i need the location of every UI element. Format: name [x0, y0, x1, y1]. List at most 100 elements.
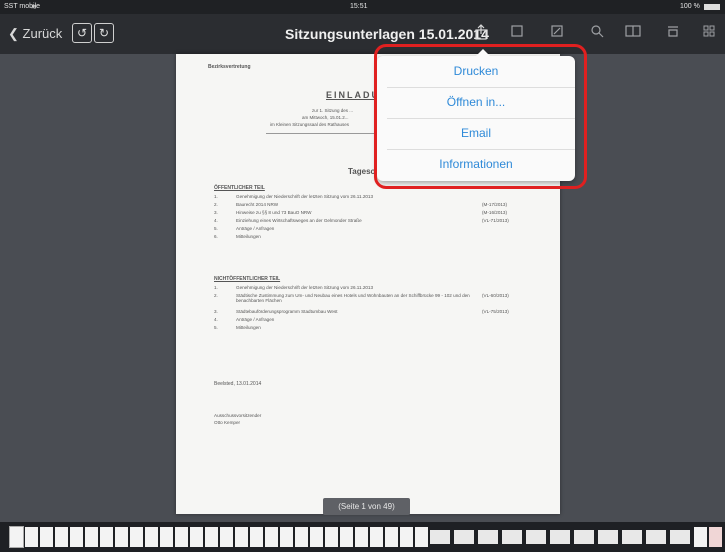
page-thumbnail[interactable]	[25, 527, 38, 547]
page-thumbnail[interactable]	[385, 527, 398, 547]
clock: 15:51	[350, 3, 368, 10]
back-button[interactable]: ❮ Zurück	[8, 26, 62, 42]
divider	[266, 133, 386, 134]
agenda-number: 4.	[214, 317, 218, 322]
agenda-number: 4.	[214, 218, 218, 223]
section-public: ÖFFENTLICHER TEIL	[214, 185, 265, 191]
page-thumbnail[interactable]	[280, 527, 293, 547]
agenda-text: Anträge / Anfragen	[236, 317, 275, 322]
page-thumbnail[interactable]	[325, 527, 338, 547]
page-thumbnail[interactable]	[190, 527, 203, 547]
document-sender: Bezirksvertretung	[208, 64, 251, 70]
document-subline: am Mittwoch, 15.01.2...	[302, 115, 349, 120]
page-thumbnail[interactable]	[415, 527, 428, 547]
page-title: Sitzungsunterlagen 15.01.2014	[285, 26, 489, 42]
page-thumbnail[interactable]	[130, 527, 143, 547]
toolbox-icon[interactable]	[664, 24, 682, 42]
page-thumbnail[interactable]	[115, 527, 128, 547]
agenda-text: Städtische Zustimmung zum Um- und Neubau…	[236, 293, 470, 303]
agenda-number: 1.	[214, 285, 218, 290]
page-thumbnail[interactable]	[70, 527, 83, 547]
agenda-ref: (VL-71/2013)	[482, 218, 509, 223]
signature-name: Otto Kemper	[214, 420, 241, 425]
signature-role: Ausschussvorsitzender	[214, 413, 262, 418]
undo-button[interactable]: ↺	[72, 23, 92, 43]
agenda-ref: (M-17/2013)	[482, 202, 508, 207]
page-thumbnail[interactable]	[550, 530, 570, 544]
agenda-text: Genehmigung der Niederschrift der letzte…	[236, 285, 374, 290]
agenda-number: 2.	[214, 293, 218, 298]
nav-bar: ❮ Zurück ↺ ↻ Sitzungsunterlagen 15.01.20…	[0, 14, 725, 54]
page-thumbnail[interactable]	[709, 527, 722, 547]
book-icon[interactable]	[624, 24, 642, 42]
redo-button[interactable]: ↻	[94, 23, 114, 43]
page-thumbnail[interactable]	[526, 530, 546, 544]
page-thumbnail[interactable]	[340, 527, 353, 547]
page-thumbnail[interactable]	[220, 527, 233, 547]
page-thumbnail[interactable]	[670, 530, 690, 544]
search-icon[interactable]	[588, 24, 606, 42]
agenda-text: Mitteilungen	[236, 325, 261, 330]
page-thumbnail[interactable]	[9, 526, 24, 548]
page-thumbnail[interactable]	[175, 527, 188, 547]
document-subline: im Kleinen Sitzungssaal des Rathauses	[270, 122, 350, 127]
agenda-number: 1.	[214, 194, 218, 199]
bookmark-icon[interactable]	[508, 24, 526, 42]
page-thumbnail[interactable]	[310, 527, 323, 547]
back-label: Zurück	[22, 26, 63, 41]
annotate-icon[interactable]	[548, 24, 566, 42]
page-thumbnail[interactable]	[55, 527, 68, 547]
agenda-number: 5.	[214, 325, 218, 330]
section-nonpublic: NICHTÖFFENTLICHER TEIL	[214, 276, 281, 282]
agenda-text: Städtebauförderungsprogramm Stadtumbau W…	[236, 309, 338, 314]
place-date: Beelsted, 13.01.2014	[214, 381, 262, 387]
page-thumbnail[interactable]	[694, 527, 707, 547]
page-thumbnail[interactable]	[400, 527, 413, 547]
page-thumbnail[interactable]	[145, 527, 158, 547]
page-thumbnail[interactable]	[40, 527, 53, 547]
page-thumbnail[interactable]	[598, 530, 618, 544]
agenda-ref: (M-16/2013)	[482, 210, 508, 215]
highlight-frame	[374, 44, 587, 189]
page-thumbnail[interactable]	[205, 527, 218, 547]
page-thumbnail[interactable]	[295, 527, 308, 547]
page-thumbnail[interactable]	[646, 530, 666, 544]
page-thumbnail[interactable]	[100, 527, 113, 547]
agenda-text: Mitteilungen	[236, 234, 261, 239]
grid-icon[interactable]	[700, 24, 718, 42]
page-thumbnail[interactable]	[250, 527, 263, 547]
page-thumbnail[interactable]	[160, 527, 173, 547]
page-thumbnail[interactable]	[85, 527, 98, 547]
agenda-text: Einziehung eines Wirtschaftsweges an der…	[236, 218, 362, 223]
page-thumbnail[interactable]	[622, 530, 642, 544]
page-thumbnail[interactable]	[370, 527, 383, 547]
agenda-number: 2.	[214, 202, 218, 207]
agenda-ref: (VL-75/2013)	[482, 309, 509, 314]
battery-label: 100 %	[680, 3, 700, 10]
page-thumbnail[interactable]	[355, 527, 368, 547]
page-indicator: (Seite 1 von 49)	[323, 498, 410, 515]
page-thumbnail[interactable]	[235, 527, 248, 547]
agenda-text: Anträge / Anfragen	[236, 226, 275, 231]
thumbnail-strip[interactable]	[0, 522, 725, 552]
wifi-icon: ≋	[31, 4, 37, 11]
page-thumbnail[interactable]	[574, 530, 594, 544]
share-icon[interactable]	[472, 24, 490, 42]
page-thumbnail[interactable]	[502, 530, 522, 544]
agenda-text: Genehmigung der Niederschrift der letzte…	[236, 194, 374, 199]
battery-icon	[704, 4, 720, 10]
agenda-number: 6.	[214, 234, 218, 239]
document-subline: zur 1. Sitzung des ...	[312, 108, 354, 113]
agenda-number: 3.	[214, 309, 218, 314]
page-thumbnail[interactable]	[265, 527, 278, 547]
status-bar: SST mobile ≋ 15:51 100 %	[0, 0, 725, 14]
page-thumbnail[interactable]	[454, 530, 474, 544]
agenda-text: Baurecht 2014 NRW	[236, 202, 279, 207]
agenda-number: 5.	[214, 226, 218, 231]
chevron-left-icon: ❮	[8, 26, 19, 41]
page-thumbnail[interactable]	[430, 530, 450, 544]
agenda-number: 3.	[214, 210, 218, 215]
page-thumbnail[interactable]	[478, 530, 498, 544]
agenda-ref: (VL-60/2013)	[482, 293, 509, 298]
agenda-text: Hinweise zu §§ 8 und 73 BauO NRW	[236, 210, 312, 215]
